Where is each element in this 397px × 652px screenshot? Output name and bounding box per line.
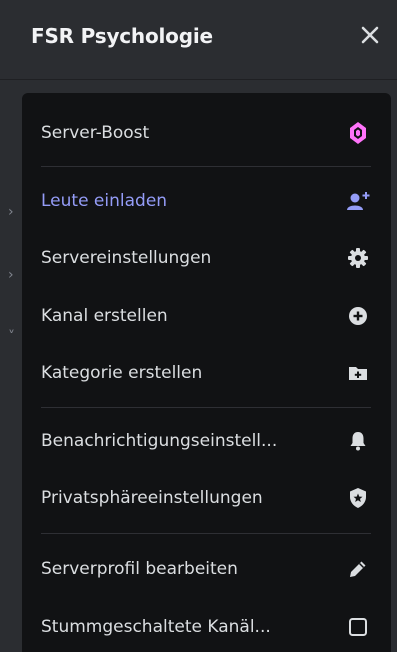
plus-circle-icon [345,303,371,329]
bell-icon [345,428,371,454]
chevron-down-icon: ˅ [8,329,15,345]
menu-item-label: Privatsphäreeinstellungen [41,488,263,508]
server-dropdown-menu: Server-Boost Leute einladen Servereinste… [22,93,391,652]
menu-item-label: Leute einladen [41,191,168,211]
checkbox-icon[interactable] [345,614,371,640]
menu-item-notification-settings[interactable]: Benachrichtigungseinstell... [41,417,371,465]
menu-separator [41,166,371,167]
gear-icon [345,245,371,271]
menu-item-label: Kanal erstellen [41,306,168,326]
menu-item-hide-muted-channels[interactable]: Stummgeschaltete Kanäl... [41,603,371,651]
pencil-icon [345,556,371,582]
menu-item-server-settings[interactable]: Servereinstellungen [41,234,371,282]
menu-separator [41,533,371,534]
chevron-right-icon: › [8,267,14,283]
folder-plus-icon [345,360,371,386]
add-person-icon [345,188,371,214]
shield-star-icon [345,485,371,511]
menu-item-label: Benachrichtigungseinstell... [41,431,278,451]
menu-item-label: Server-Boost [41,123,150,143]
close-icon[interactable] [355,20,385,50]
menu-item-create-channel[interactable]: Kanal erstellen [41,292,371,340]
chevron-right-icon: › [8,204,14,220]
menu-item-server-boost[interactable]: Server-Boost [41,109,371,157]
menu-item-label: Serverprofil bearbeiten [41,559,238,579]
server-name[interactable]: FSR Psychologie [31,24,213,48]
menu-item-label: Stummgeschaltete Kanäl... [41,617,271,637]
menu-item-label: Servereinstellungen [41,248,212,268]
menu-item-privacy-settings[interactable]: Privatsphäreeinstellungen [41,474,371,522]
menu-item-create-category[interactable]: Kategorie erstellen [41,349,371,397]
boost-gem-icon [345,120,371,146]
server-header[interactable]: FSR Psychologie [0,0,397,80]
menu-separator [41,407,371,408]
menu-item-edit-server-profile[interactable]: Serverprofil bearbeiten [41,545,371,593]
menu-item-label: Kategorie erstellen [41,363,203,383]
menu-item-invite-people[interactable]: Leute einladen [41,177,371,225]
